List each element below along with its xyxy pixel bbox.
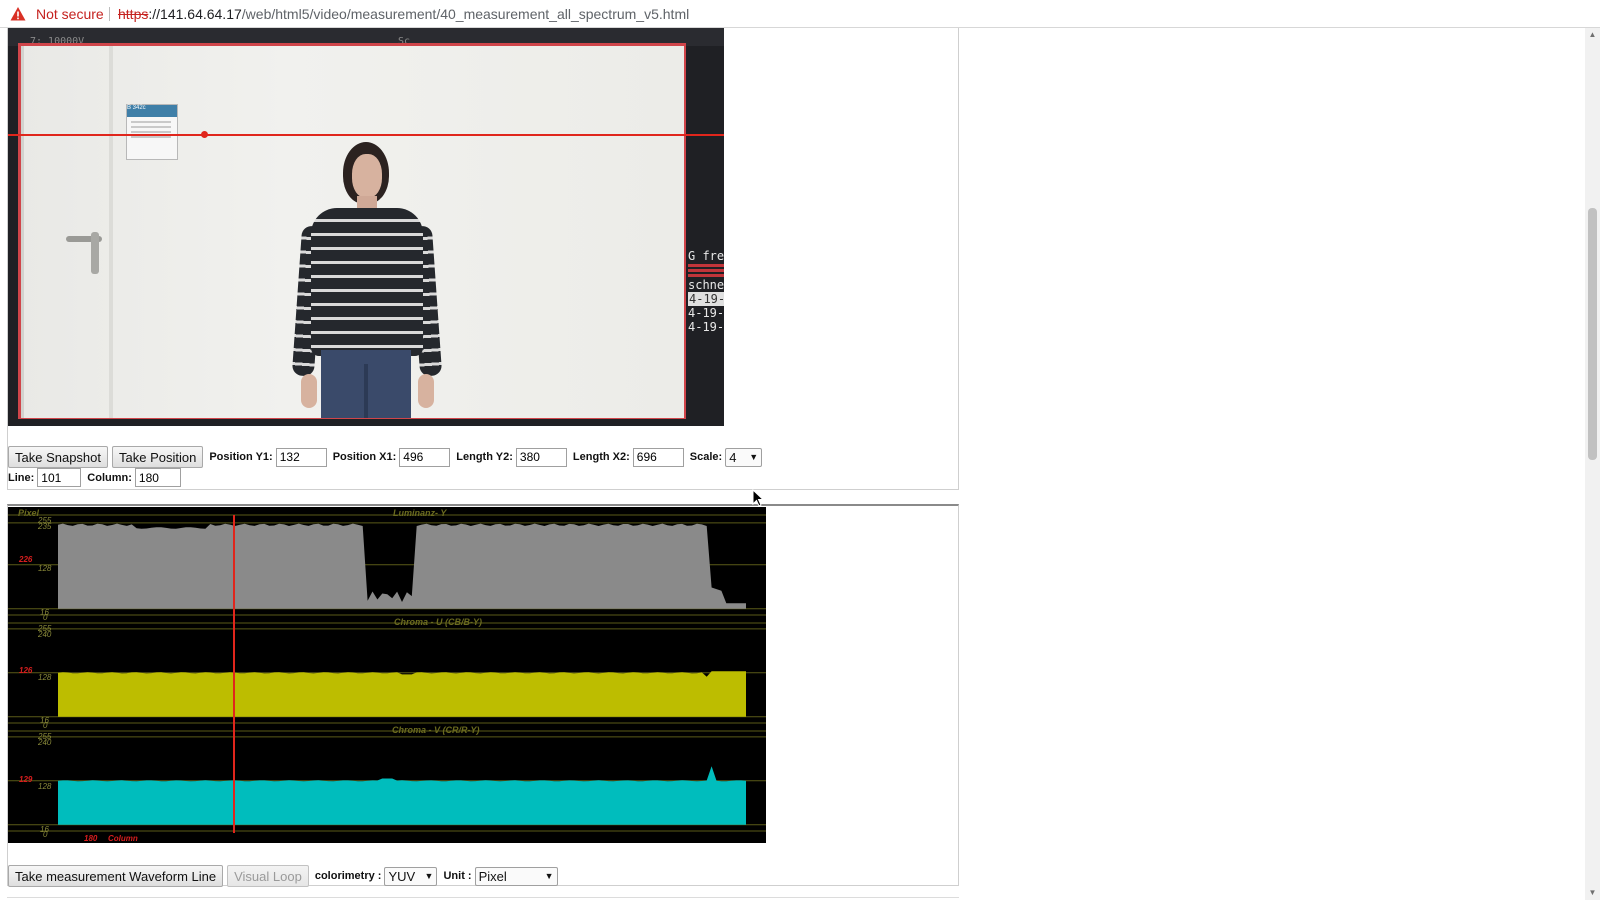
chroma-u-tick: 0 <box>43 721 48 730</box>
waveform-fill-0 <box>58 523 746 609</box>
overlay-red-bar <box>688 274 724 277</box>
waveform-graph <box>8 514 766 833</box>
person-face <box>352 154 382 198</box>
unit-label: Unit : <box>443 870 472 882</box>
measurement-line-marker[interactable] <box>8 134 724 136</box>
chroma-v-tick: 240 <box>38 738 52 747</box>
unit-select[interactable]: Pixel ▼ <box>474 866 558 886</box>
column-label: Column: <box>87 471 132 484</box>
overlay-red-bar <box>688 264 724 267</box>
overlay-text-line: G fre <box>688 249 724 263</box>
scroll-up-arrow-icon[interactable]: ▲ <box>1588 30 1597 39</box>
luminance-panel-title: Luminanz- Y <box>393 508 447 518</box>
scale-label: Scale: <box>689 451 723 463</box>
video-player[interactable]: 7: 10000V Sc B 342c G fre schne 4-19- 4-… <box>8 28 724 426</box>
pixel-axis-label: Pixel <box>18 508 40 518</box>
overlay-text-line: schne <box>688 278 724 292</box>
warning-icon <box>10 7 26 21</box>
person-left-hand <box>301 374 317 408</box>
colorimetry-select[interactable]: YUV ▼ <box>384 866 438 886</box>
position-x1-input[interactable] <box>399 447 451 467</box>
column-current-value: 180 <box>84 834 98 843</box>
door-frame <box>21 46 24 418</box>
wall-sign: B 342c <box>126 104 178 160</box>
luminance-tick: 0 <box>43 613 48 622</box>
take-snapshot-button[interactable]: Take Snapshot <box>8 446 109 468</box>
overlay-text-line: 4-19- <box>688 292 724 306</box>
chroma-u-panel-title: Chroma - U (CB/B-Y) <box>394 617 482 627</box>
chroma-u-tick: 240 <box>38 630 52 639</box>
length-x2-input[interactable] <box>632 447 684 467</box>
length-x2-label: Length X2: <box>572 451 630 463</box>
take-waveform-button[interactable]: Take measurement Waveform Line <box>8 865 224 887</box>
overlay-text-line: 4-19- <box>688 320 724 334</box>
waveform-controls: Take measurement Waveform Line Visual Lo… <box>8 865 558 887</box>
colorimetry-select-value: YUV <box>388 868 416 884</box>
browser-address-bar: Not secure https://141.64.64.17/web/html… <box>0 0 1600 28</box>
page-divider <box>7 897 959 898</box>
scrollbar-thumb[interactable] <box>1588 208 1597 460</box>
chroma-u-tick: 128 <box>38 673 52 682</box>
wall-sign-lines <box>131 121 171 123</box>
waveform-fill-2 <box>58 766 746 825</box>
chroma-v-current-value: 129 <box>19 775 33 784</box>
scale-select-value: 4 <box>729 449 737 465</box>
person-striped-shirt <box>311 208 423 356</box>
position-readout: Line: Column: <box>8 468 181 487</box>
url-host: ://141.64.64.17 <box>148 6 242 22</box>
url-path: /web/html5/video/measurement/40_measurem… <box>241 6 690 22</box>
page-scrollbar[interactable]: ▲ ▼ <box>1585 28 1600 900</box>
url-field[interactable]: https://141.64.64.17/web/html5/video/mea… <box>118 6 689 22</box>
take-position-button[interactable]: Take Position <box>112 446 204 468</box>
column-input[interactable] <box>134 468 181 487</box>
door-edge <box>109 46 113 418</box>
url-scheme: https <box>118 6 149 22</box>
waveform-display[interactable]: Pixel Luminanz- Y 226 255 235 128 16 0 C… <box>8 507 766 843</box>
measurement-controls: Take Snapshot Take Position Position Y1:… <box>8 446 763 468</box>
length-y2-input[interactable] <box>515 447 567 467</box>
person-right-hand <box>418 374 434 408</box>
column-axis-label: Column <box>108 834 138 843</box>
line-label: Line: <box>8 471 35 484</box>
position-x1-label: Position X1: <box>332 451 397 463</box>
luminance-tick: 128 <box>38 564 52 573</box>
dropdown-arrow-icon: ▼ <box>544 871 554 881</box>
position-y1-input[interactable] <box>275 447 327 467</box>
scale-select[interactable]: 4 ▼ <box>725 447 763 467</box>
luminance-current-value: 226 <box>19 555 33 564</box>
wall-sign-header: B 342c <box>127 105 177 117</box>
dropdown-arrow-icon: ▼ <box>749 452 759 462</box>
overlay-red-bar <box>688 269 724 272</box>
mouse-cursor-icon <box>752 489 764 507</box>
luminance-tick: 235 <box>38 522 52 531</box>
chroma-v-tick: 128 <box>38 782 52 791</box>
door-handle-plate <box>91 232 99 274</box>
measurement-point-marker[interactable] <box>201 131 208 138</box>
chroma-v-tick: 0 <box>43 830 48 839</box>
unit-select-value: Pixel <box>478 868 507 884</box>
address-separator <box>109 7 110 21</box>
visual-loop-button[interactable]: Visual Loop <box>227 865 309 887</box>
overlay-text-line: 4-19- <box>688 306 724 320</box>
dropdown-arrow-icon: ▼ <box>424 871 434 881</box>
line-input[interactable] <box>37 468 82 487</box>
position-y1-label: Position Y1: <box>209 451 273 463</box>
colorimetry-label: colorimetry : <box>314 870 382 882</box>
person-legs-gap <box>364 364 368 418</box>
waveform-fill-1 <box>58 671 746 717</box>
length-y2-label: Length Y2: <box>456 451 513 463</box>
scroll-down-arrow-icon[interactable]: ▼ <box>1588 888 1597 897</box>
video-scene: B 342c <box>21 46 684 418</box>
chroma-v-panel-title: Chroma - V (CR/R-Y) <box>392 725 480 735</box>
security-status[interactable]: Not secure <box>36 6 104 22</box>
chroma-u-current-value: 126 <box>19 666 33 675</box>
